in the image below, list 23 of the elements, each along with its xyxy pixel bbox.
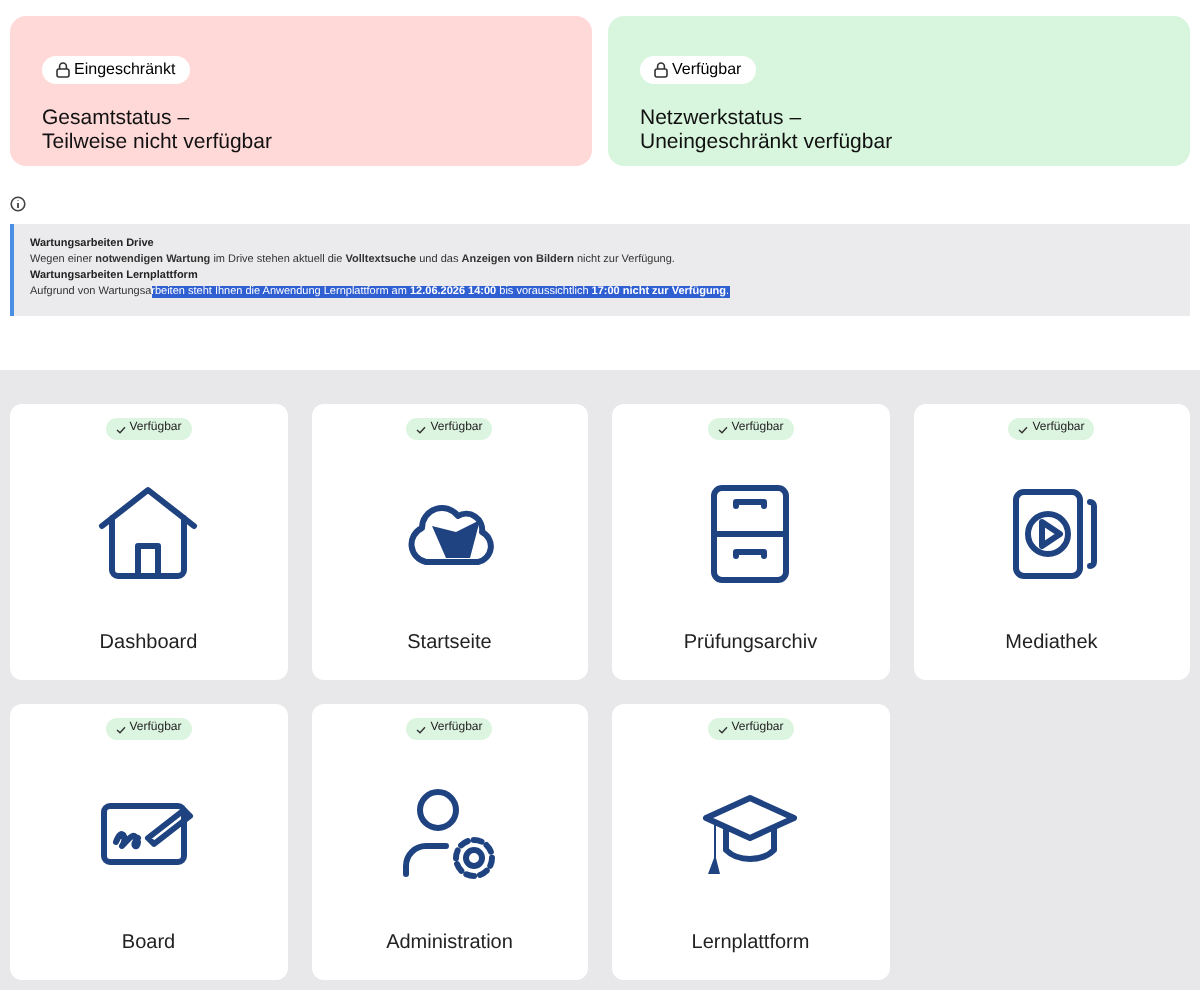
tile-label: Administration — [386, 930, 513, 958]
status-title: Netzwerkstatus – — [640, 106, 804, 130]
check-icon — [416, 425, 427, 433]
info-icon[interactable] — [10, 196, 26, 212]
check-icon — [115, 425, 126, 433]
status-subtitle: Teilweise nicht verfügbar — [42, 130, 274, 154]
tile-label: Prüfungsarchiv — [683, 630, 818, 658]
status-title: Gesamtstatus – — [42, 106, 192, 130]
check-icon — [717, 725, 728, 733]
tile-label: Mediathek — [1005, 630, 1098, 658]
tile-label: Dashboard — [99, 630, 198, 658]
tile-label: Lernplattform — [691, 930, 810, 958]
check-icon — [416, 725, 427, 733]
lock-icon — [654, 62, 668, 78]
tile-label: Board — [121, 930, 176, 958]
status-subtitle: Uneingeschränkt verfügbar — [640, 130, 895, 154]
check-icon — [1018, 425, 1029, 433]
lock-icon — [56, 62, 70, 78]
tile-label: Startseite — [407, 630, 492, 658]
check-icon — [115, 725, 126, 733]
check-icon — [717, 425, 728, 433]
status-badge: Eingeschränkt — [42, 56, 190, 84]
status-badge: Verfügbar — [640, 56, 756, 84]
